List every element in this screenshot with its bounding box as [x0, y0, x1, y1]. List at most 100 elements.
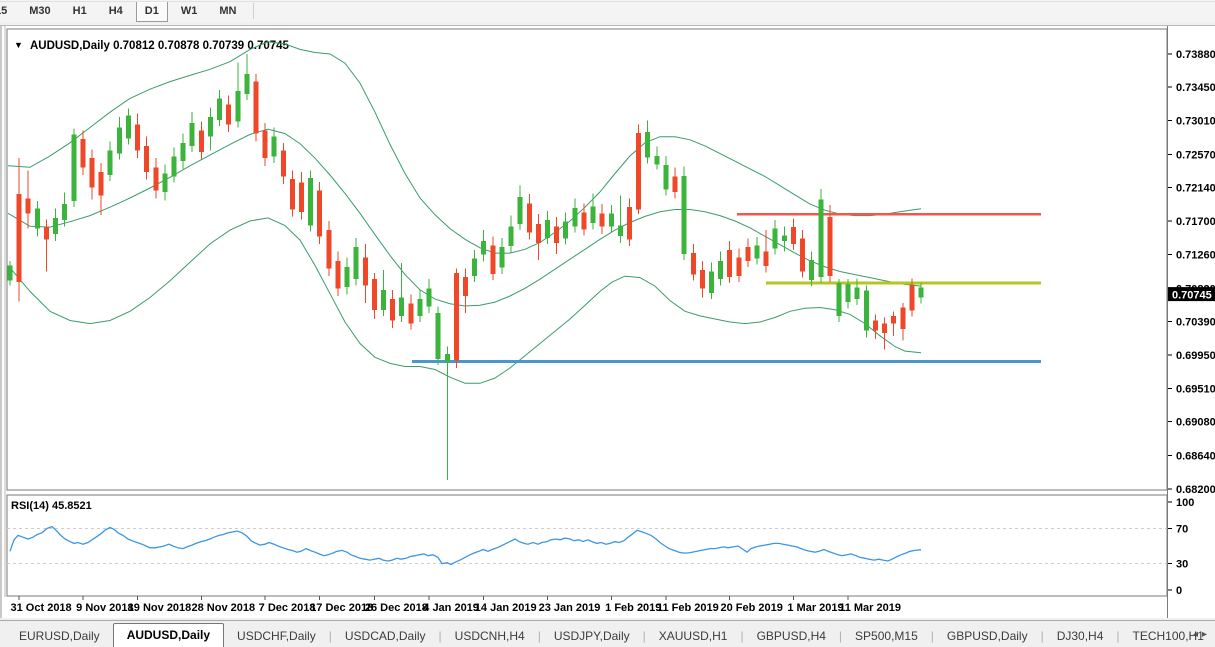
tab-usdcnh-h4[interactable]: USDCNH,H4: [442, 626, 538, 647]
candle-body: [99, 172, 104, 196]
candle-body: [281, 151, 286, 177]
tab-usdjpy-daily[interactable]: USDJPY,Daily: [541, 626, 643, 647]
candle-body: [900, 308, 905, 329]
candle-body: [654, 156, 659, 164]
time-tick-label: 26 Dec 2018: [365, 602, 428, 614]
candle-body: [90, 158, 95, 187]
candle-body: [199, 131, 204, 152]
candle-body: [873, 321, 878, 331]
time-tick-label: 20 Feb 2019: [721, 602, 783, 614]
price-tick-label: 0.69510: [1176, 384, 1215, 396]
candle-body: [381, 290, 386, 310]
candle-body: [591, 206, 596, 223]
candle-body: [818, 200, 823, 277]
candle-body: [864, 291, 869, 331]
candle-body: [445, 354, 450, 362]
timeframe-button-m30[interactable]: M30: [20, 1, 59, 22]
candle-body: [618, 226, 623, 237]
rsi-tick-label: 100: [1176, 497, 1194, 509]
candle-body: [126, 115, 131, 138]
rsi-tick-label: 70: [1176, 523, 1188, 535]
timeframe-toolbar: 15M30H1H4D1W1MN: [0, 0, 1215, 23]
candle-body: [645, 132, 650, 157]
candle-body: [235, 91, 240, 122]
candle-body: [290, 179, 295, 210]
tab-xauusd-h1[interactable]: XAUUSD,H1: [646, 626, 741, 647]
candle-body: [244, 74, 249, 94]
candle-body: [745, 247, 750, 261]
tab-dj30-h4[interactable]: DJ30,H4: [1044, 626, 1117, 647]
price-tick-label: 0.68640: [1176, 450, 1215, 462]
tab-usdcad-daily[interactable]: USDCAD,Daily: [332, 626, 439, 647]
candle-body: [427, 288, 432, 306]
candle-body: [390, 299, 395, 320]
toolbar-separator: [253, 3, 254, 19]
candle-body: [846, 284, 851, 302]
candle-body: [317, 190, 322, 236]
candle-body: [417, 299, 422, 316]
candle-body: [518, 197, 523, 224]
time-tick-label: 11 Mar 2019: [839, 602, 901, 614]
candle-body: [673, 177, 678, 192]
candle-body: [372, 279, 377, 310]
timeframe-button-h1[interactable]: H1: [64, 1, 96, 22]
time-tick-label: 23 Jan 2019: [539, 602, 601, 614]
candle-body: [509, 226, 514, 246]
candle-body: [782, 236, 787, 241]
tab-audusd-daily[interactable]: AUDUSD,Daily: [113, 623, 224, 647]
candle-body: [408, 304, 413, 324]
timeframe-button-h4[interactable]: H4: [100, 1, 132, 22]
timeframe-button-mn[interactable]: MN: [210, 1, 245, 22]
candle-body: [80, 139, 85, 167]
time-tick-label: 9 Nov 2018: [76, 602, 133, 614]
candle-body: [62, 204, 67, 220]
candle-body: [326, 230, 331, 268]
price-tick-label: 0.69080: [1176, 417, 1215, 429]
candle-body: [727, 250, 732, 277]
price-tick-label: 0.71700: [1176, 216, 1215, 228]
candle-body: [718, 261, 723, 279]
chart-canvas[interactable]: ▼ AUDUSD,Daily 0.70812 0.70878 0.70739 0.…: [0, 22, 1215, 620]
tab-gbpusd-h4[interactable]: GBPUSD,H4: [744, 626, 839, 647]
candle-body: [363, 258, 368, 286]
chart-title: AUDUSD,Daily 0.70812 0.70878 0.70739 0.7…: [30, 40, 290, 52]
tab-gbpusd-daily[interactable]: GBPUSD,Daily: [934, 626, 1041, 647]
tab-scroll-left-icon[interactable]: ◂: [1193, 629, 1202, 640]
time-tick-label: 7 Dec 2018: [259, 602, 316, 614]
price-tick-label: 0.73880: [1176, 49, 1215, 61]
timeframe-button-15[interactable]: 15: [0, 1, 16, 22]
candle-body: [791, 227, 796, 244]
tab-eurusd-daily[interactable]: EURUSD,Daily: [6, 626, 113, 647]
candle-body: [581, 213, 586, 230]
timeframe-button-d1[interactable]: D1: [136, 1, 168, 22]
tab-usdchf-daily[interactable]: USDCHF,Daily: [224, 626, 329, 647]
candle-body: [272, 137, 277, 157]
candle-body: [263, 131, 268, 159]
chart-background: [0, 26, 1215, 618]
candle-body: [463, 277, 468, 296]
timeframe-button-w1[interactable]: W1: [172, 1, 207, 22]
candle-body: [636, 133, 641, 210]
candle-body: [891, 316, 896, 324]
candle-body: [8, 265, 13, 280]
candle-body: [217, 98, 222, 119]
chart-tabs: EURUSD,DailyAUDUSD,DailyUSDCHF,Daily|USD…: [0, 620, 1215, 647]
tab-sp500-m15[interactable]: SP500,M15: [842, 626, 931, 647]
price-tick-label: 0.70390: [1176, 316, 1215, 328]
time-tick-label: 1 Feb 2019: [605, 602, 661, 614]
candle-body: [226, 105, 231, 125]
current-price-badge-value: 0.70745: [1172, 290, 1212, 302]
candle-body: [254, 82, 259, 134]
candle-body: [600, 213, 605, 226]
chart-dropdown-icon[interactable]: ▼: [14, 40, 23, 50]
candle-body: [336, 261, 341, 289]
candle-body: [345, 267, 350, 287]
candle-body: [736, 258, 741, 276]
time-tick-label: 11 Feb 2019: [657, 602, 719, 614]
candle-body: [919, 288, 924, 298]
candle-body: [837, 283, 842, 316]
candle-body: [135, 125, 140, 151]
candle-body: [472, 259, 477, 277]
candle-body: [800, 239, 805, 272]
tab-scroll-right-icon[interactable]: ▸: [1202, 629, 1211, 640]
